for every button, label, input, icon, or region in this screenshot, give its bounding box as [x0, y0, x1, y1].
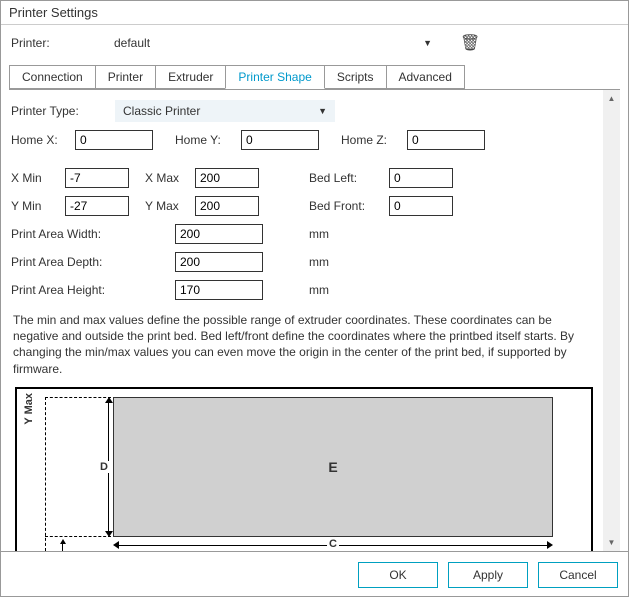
ymin-input[interactable]	[65, 196, 129, 216]
printer-type-value: Classic Printer	[123, 104, 200, 118]
bedfront-label: Bed Front:	[309, 199, 389, 213]
cancel-button[interactable]: Cancel	[538, 562, 618, 588]
unit-label: mm	[309, 227, 329, 241]
printer-value: default	[114, 36, 150, 50]
vertical-scrollbar[interactable]: ▲ ▼	[603, 90, 620, 551]
tab-extruder[interactable]: Extruder	[155, 65, 226, 89]
tab-connection[interactable]: Connection	[9, 65, 96, 89]
printer-type-dropdown[interactable]: Classic Printer ▼	[115, 100, 335, 122]
diagram-bed-rect: E	[113, 397, 553, 537]
bedfront-input[interactable]	[389, 196, 453, 216]
home-y-label: Home Y:	[175, 133, 241, 147]
home-z-input[interactable]	[407, 130, 485, 150]
print-area-height-input[interactable]	[175, 280, 263, 300]
xmax-input[interactable]	[195, 168, 259, 188]
printer-type-label: Printer Type:	[11, 104, 115, 118]
tab-bar: Connection Printer Extruder Printer Shap…	[1, 65, 628, 89]
print-area-depth-input[interactable]	[175, 252, 263, 272]
ymax-label: Y Max	[145, 199, 195, 213]
tab-advanced[interactable]: Advanced	[386, 65, 465, 89]
diagram-ymax-label: Y Max	[21, 393, 37, 425]
delete-printer-icon[interactable]: 🗑	[460, 33, 480, 53]
bed-diagram: Y Max E D C	[15, 387, 593, 551]
print-area-width-input[interactable]	[175, 224, 263, 244]
print-area-height-label: Print Area Height:	[11, 283, 175, 297]
help-text: The min and max values define the possib…	[11, 308, 581, 387]
print-area-width-label: Print Area Width:	[11, 227, 175, 241]
tab-printer-shape[interactable]: Printer Shape	[225, 65, 324, 89]
home-x-label: Home X:	[11, 133, 75, 147]
apply-button[interactable]: Apply	[448, 562, 528, 588]
bedleft-label: Bed Left:	[309, 171, 389, 185]
dialog-footer: OK Apply Cancel	[1, 551, 628, 598]
diagram-width-dimension: C	[113, 541, 553, 551]
bedleft-input[interactable]	[389, 168, 453, 188]
unit-label: mm	[309, 283, 329, 297]
diagram-extruder-label: E	[328, 459, 337, 475]
home-y-input[interactable]	[241, 130, 319, 150]
scroll-down-icon[interactable]: ▼	[603, 534, 620, 551]
home-z-label: Home Z:	[341, 133, 407, 147]
ymax-input[interactable]	[195, 196, 259, 216]
print-area-depth-label: Print Area Depth:	[11, 255, 175, 269]
xmin-label: X Min	[11, 171, 65, 185]
printer-dropdown[interactable]: default ▼	[108, 34, 438, 52]
unit-label: mm	[309, 255, 329, 269]
home-x-input[interactable]	[75, 130, 153, 150]
xmax-label: X Max	[145, 171, 195, 185]
ok-button[interactable]: OK	[358, 562, 438, 588]
printer-selection-row: Printer: default ▼ 🗑	[1, 25, 628, 65]
chevron-down-icon: ▼	[318, 106, 327, 116]
window-title: Printer Settings	[1, 1, 628, 25]
printer-label: Printer:	[11, 36, 96, 50]
tab-content: Printer Type: Classic Printer ▼ Home X: …	[9, 90, 603, 551]
ymin-label: Y Min	[11, 199, 65, 213]
diagram-depth-dimension: D	[101, 397, 111, 537]
xmin-input[interactable]	[65, 168, 129, 188]
scroll-up-icon[interactable]: ▲	[603, 90, 620, 107]
chevron-down-icon: ▼	[423, 38, 432, 48]
tab-printer[interactable]: Printer	[95, 65, 156, 89]
tab-scripts[interactable]: Scripts	[324, 65, 387, 89]
